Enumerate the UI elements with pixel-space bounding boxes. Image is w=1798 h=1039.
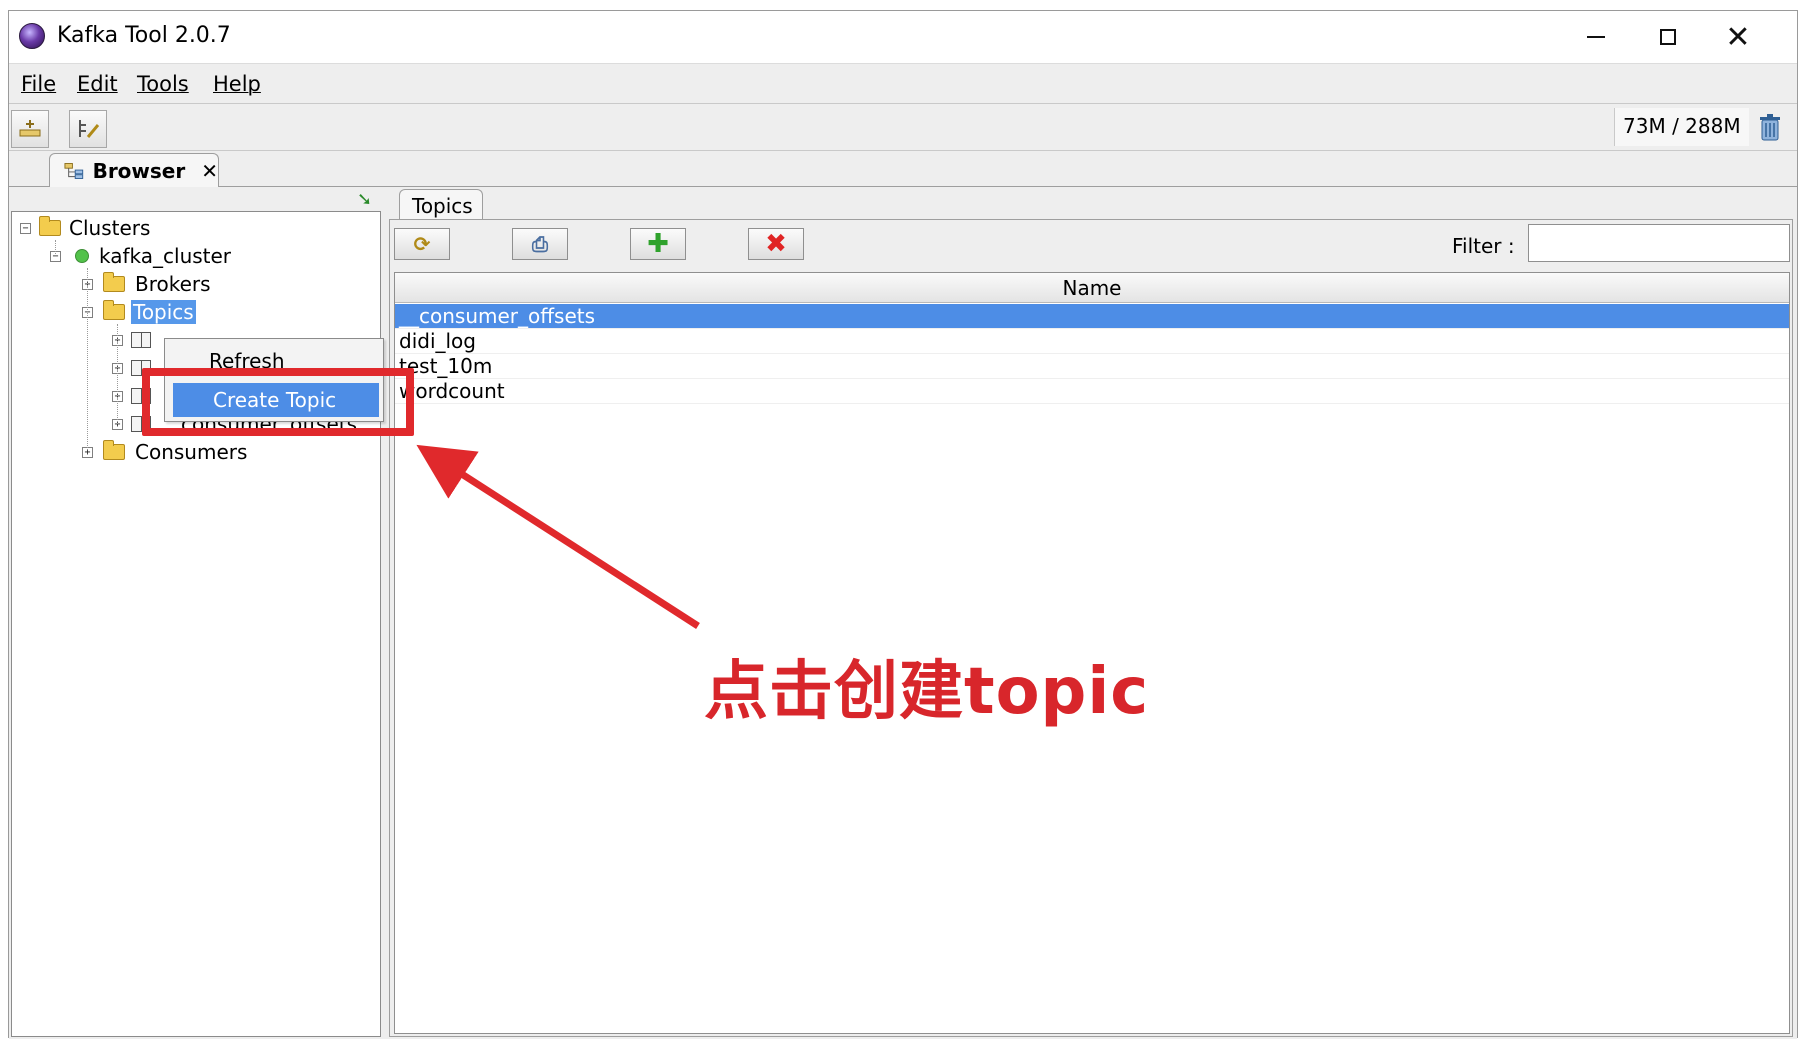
annotation-text: 点击创建topic <box>704 655 1150 729</box>
annotation-arrow <box>416 444 700 629</box>
